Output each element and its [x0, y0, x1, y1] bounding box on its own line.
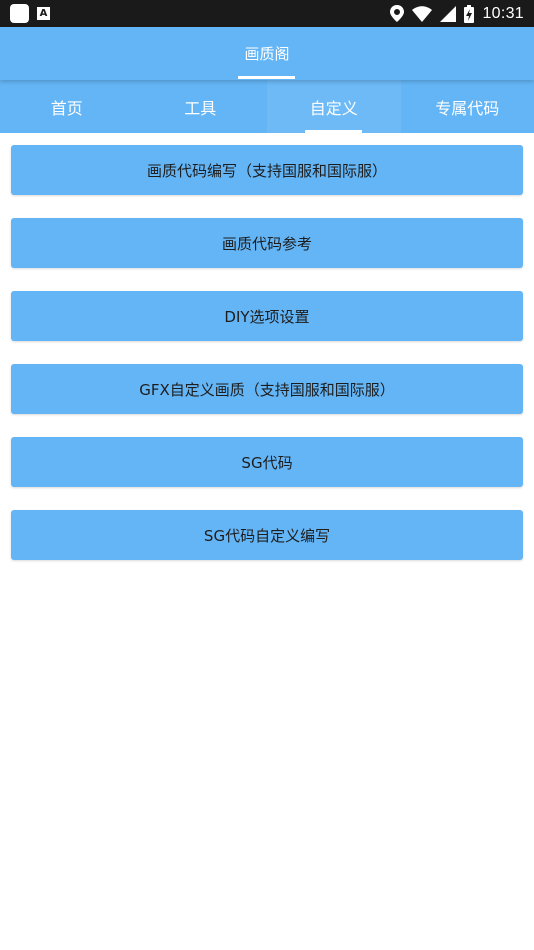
- tab-custom[interactable]: 自定义: [267, 80, 401, 133]
- tab-exclusive-code[interactable]: 专属代码: [401, 80, 534, 133]
- tab-tools[interactable]: 工具: [134, 80, 268, 133]
- battery-charging-icon: [464, 4, 475, 23]
- sg-code-custom-write-button[interactable]: SG代码自定义编写: [11, 510, 523, 560]
- button-list: 画质代码编写（支持国服和国际服） 画质代码参考 DIY选项设置 GFX自定义画质…: [11, 145, 523, 583]
- status-left: A: [10, 4, 50, 23]
- font-a-icon: A: [37, 7, 50, 20]
- tab-label: 工具: [184, 98, 217, 118]
- tab-bar: 首页 工具 自定义 专属代码: [0, 80, 534, 133]
- tab-label: 专属代码: [435, 98, 500, 118]
- tab-indicator: [305, 130, 362, 133]
- gfx-custom-quality-button[interactable]: GFX自定义画质（支持国服和国际服）: [11, 364, 523, 414]
- button-label: 画质代码参考: [221, 234, 312, 253]
- diy-options-button[interactable]: DIY选项设置: [11, 291, 523, 341]
- location-icon: [390, 5, 405, 22]
- status-bar: A 10:31: [0, 0, 534, 27]
- button-label: DIY选项设置: [224, 307, 310, 326]
- title-underline: [238, 76, 295, 79]
- app-bar: 画质阁: [0, 27, 534, 80]
- button-label: SG代码: [241, 453, 293, 472]
- app-title: 画质阁: [244, 45, 290, 63]
- app-square-icon: [10, 4, 29, 23]
- status-right: 10:31: [390, 4, 524, 23]
- tab-label: 自定义: [309, 98, 358, 118]
- sg-code-button[interactable]: SG代码: [11, 437, 523, 487]
- tab-label: 首页: [50, 98, 83, 118]
- signal-icon: [440, 5, 457, 22]
- quality-code-reference-button[interactable]: 画质代码参考: [11, 218, 523, 268]
- status-time: 10:31: [482, 4, 524, 22]
- button-label: SG代码自定义编写: [203, 526, 331, 545]
- wifi-icon: [412, 5, 433, 22]
- tab-home[interactable]: 首页: [0, 80, 134, 133]
- button-label: GFX自定义画质（支持国服和国际服）: [139, 380, 395, 399]
- quality-code-write-button[interactable]: 画质代码编写（支持国服和国际服）: [11, 145, 523, 195]
- button-label: 画质代码编写（支持国服和国际服）: [146, 161, 387, 180]
